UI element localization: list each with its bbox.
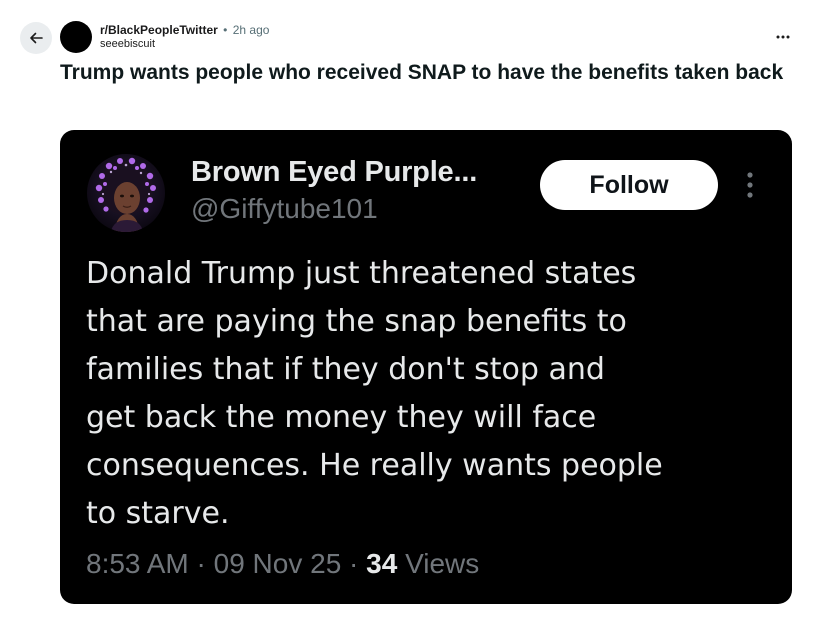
tweet-text: Donald Trump just threatened states that… (86, 256, 663, 531)
tweet-time: 8:53 AM (86, 548, 189, 579)
tweet-footer-separator: · (196, 548, 206, 579)
ellipsis-horizontal-icon (776, 35, 790, 39)
post-title[interactable]: Trump wants people who received SNAP to … (60, 59, 800, 86)
subreddit-avatar[interactable] (60, 21, 92, 53)
back-button[interactable] (20, 22, 52, 54)
meta-separator: • (223, 23, 228, 37)
post-author[interactable]: seeebiscuit (100, 37, 269, 51)
tweet-footer: 8:53 AM · 09 Nov 25 · 34 Views (86, 548, 479, 580)
tweet-footer-separator: · (349, 548, 359, 579)
tweet-date: 09 Nov 25 (213, 548, 342, 579)
tweet-views-label: Views (405, 548, 480, 579)
post-options-button[interactable] (772, 26, 794, 48)
tweet-views-count: 34 (366, 548, 398, 579)
tweet-screenshot[interactable]: Brown Eyed Purple... @Giffytube101 Follo… (60, 130, 792, 604)
subreddit-link[interactable]: r/BlackPeopleTwitter (100, 23, 218, 37)
ellipsis-vertical-icon (747, 172, 753, 198)
post-page: r/BlackPeopleTwitter • 2h ago seeebiscui… (0, 0, 817, 618)
post-meta-line: r/BlackPeopleTwitter • 2h ago (100, 23, 269, 37)
post-age: 2h ago (232, 23, 270, 37)
follow-button[interactable]: Follow (540, 160, 718, 210)
tweet-handle[interactable]: @Giffytube101 (191, 193, 378, 225)
post-meta: r/BlackPeopleTwitter • 2h ago seeebiscui… (100, 23, 269, 51)
arrow-left-icon (30, 32, 43, 44)
tweet-options-button[interactable] (742, 170, 758, 200)
tweet-avatar (87, 154, 165, 232)
tweet-display-name[interactable]: Brown Eyed Purple... (191, 156, 477, 189)
